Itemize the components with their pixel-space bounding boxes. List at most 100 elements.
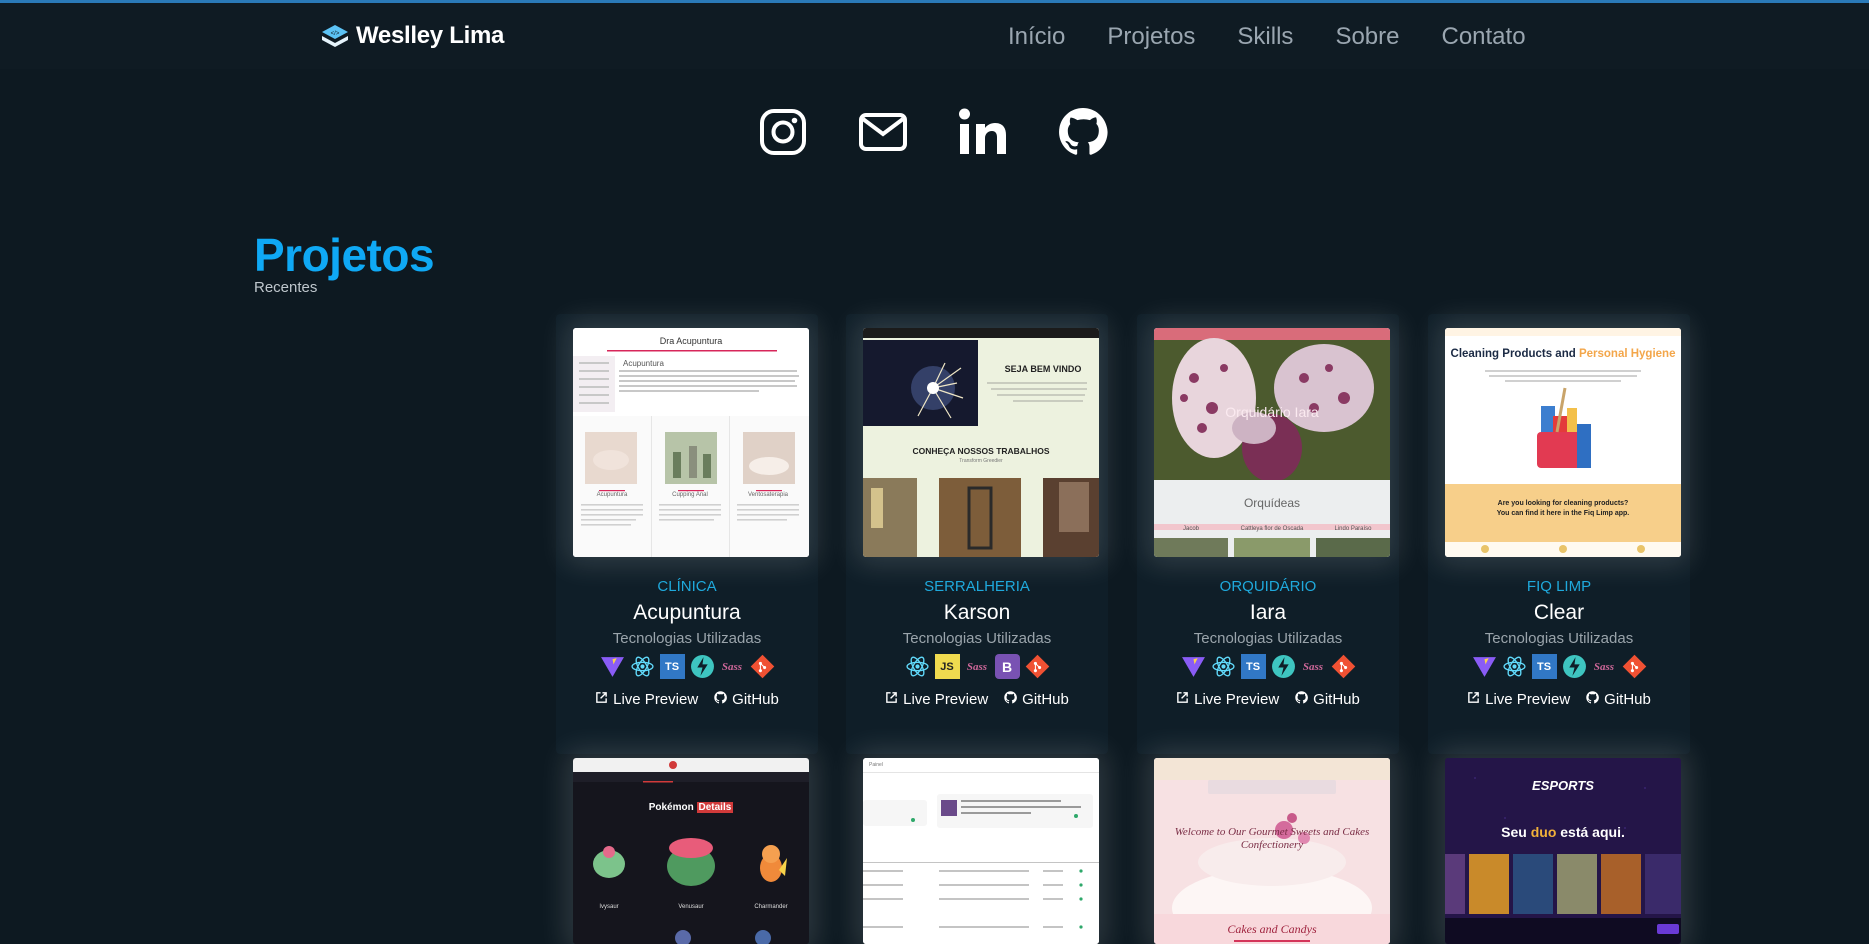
github-icon[interactable] <box>1058 107 1108 157</box>
instagram-icon[interactable] <box>758 107 808 157</box>
thumb-question: Are you looking for cleaning products? <box>1497 500 1629 507</box>
github-small-icon <box>1295 691 1309 708</box>
thumb-tag: Jacob <box>1182 526 1199 532</box>
social-links <box>758 107 1108 157</box>
sass-icon: Sass <box>1302 660 1324 673</box>
nav-link-contato[interactable]: Contato <box>1441 23 1525 51</box>
thumb-answer: You can find it here in the Fiq Limp app… <box>1496 510 1630 517</box>
project-card: Painel <box>846 744 1108 944</box>
project-name: Clear <box>1533 601 1585 624</box>
project-thumbnail[interactable]: ESPORTS Seu duo está aqui. <box>1445 758 1681 944</box>
project-thumbnail[interactable]: Cleaning Products and Personal Hygiene A… <box>1445 328 1681 557</box>
thumb-title-b: Details <box>696 802 734 813</box>
project-card: Dra Acupuntura Acupuntura Acupuntura Cup… <box>556 314 818 754</box>
external-link-icon <box>1176 691 1189 708</box>
github-label: GitHub <box>1313 691 1360 708</box>
mail-icon[interactable] <box>858 107 908 157</box>
svg-text:</>: </> <box>331 31 340 37</box>
navbar: </> Weslley Lima Início Projetos Skills … <box>0 3 1869 69</box>
nav-menu: Início Projetos Skills Sobre Contato <box>1008 23 1526 51</box>
tech-icons: TS Sass <box>556 654 818 679</box>
react-icon <box>1211 654 1236 679</box>
project-category: CLÍNICA <box>657 578 717 595</box>
thumb-poke-name: Ivysaur <box>599 904 619 910</box>
project-card: Orquidário Iara Orquídeas Jacob Cattleya… <box>1137 314 1399 754</box>
tech-label: Tecnologias Utilizadas <box>612 630 762 647</box>
external-link-icon <box>885 691 898 708</box>
tech-icons: TS Sass <box>1137 654 1399 679</box>
github-link[interactable]: GitHub <box>714 691 779 708</box>
live-preview-link[interactable]: Live Preview <box>595 691 698 708</box>
typescript-icon: TS <box>1240 654 1266 679</box>
vite-icon <box>1181 654 1206 679</box>
git-icon <box>1331 654 1356 679</box>
nav-link-inicio[interactable]: Início <box>1008 23 1065 51</box>
thumb-tag: Lindo Paraíso <box>1334 526 1372 532</box>
thumb-tag: Cattleya flor de Oscada <box>1240 526 1304 532</box>
sass-icon: Sass <box>966 660 988 673</box>
thumb-label: Painel <box>869 762 883 768</box>
github-link[interactable]: GitHub <box>1295 691 1360 708</box>
live-preview-link[interactable]: Live Preview <box>1467 691 1570 708</box>
live-preview-link[interactable]: Live Preview <box>885 691 988 708</box>
react-icon <box>905 654 930 679</box>
react-icon <box>630 654 655 679</box>
project-thumbnail[interactable]: SEJA BEM VINDO CONHEÇA NOSSOS TRABALHOS … <box>863 328 1099 557</box>
github-link[interactable]: GitHub <box>1586 691 1651 708</box>
linkedin-icon[interactable] <box>958 107 1008 157</box>
nav-link-skills[interactable]: Skills <box>1237 23 1293 51</box>
thumb-works: CONHEÇA NOSSOS TRABALHOS <box>912 446 1050 456</box>
thumb-heading: Acupuntura <box>623 359 664 368</box>
project-card: SEJA BEM VINDO CONHEÇA NOSSOS TRABALHOS … <box>846 314 1108 754</box>
nav-link-projetos[interactable]: Projetos <box>1107 23 1195 51</box>
git-icon <box>1025 654 1050 679</box>
project-name: Karson <box>943 601 1011 624</box>
live-preview-label: Live Preview <box>613 691 699 708</box>
github-label: GitHub <box>1604 691 1651 708</box>
tech-label: Tecnologias Utilizadas <box>1193 630 1343 647</box>
nav-link-sobre[interactable]: Sobre <box>1335 23 1399 51</box>
project-links: Live Preview GitHub <box>846 691 1108 708</box>
thumb-hero: Orquidário Iara <box>1225 404 1319 420</box>
project-thumbnail[interactable]: Orquidário Iara Orquídeas Jacob Cattleya… <box>1154 328 1390 557</box>
tech-label: Tecnologias Utilizadas <box>902 630 1052 647</box>
project-name: Iara <box>1249 601 1287 624</box>
typescript-icon: TS <box>659 654 685 679</box>
live-preview-label: Live Preview <box>903 691 989 708</box>
sass-icon: Sass <box>1593 660 1615 673</box>
brand-name: Weslley Lima <box>356 22 505 49</box>
github-small-icon <box>714 691 728 708</box>
javascript-icon: JS <box>934 654 960 679</box>
thumb-section: Cakes and Candys <box>1227 922 1317 936</box>
project-card: Welcome to Our Gourmet Sweets and Cakes … <box>1137 744 1399 944</box>
project-thumbnail[interactable]: Dra Acupuntura Acupuntura Acupuntura Cup… <box>573 328 809 557</box>
sass-icon: Sass <box>721 660 743 673</box>
project-category: ORQUIDÁRIO <box>1219 578 1317 595</box>
section-subtitle: Recentes <box>254 279 318 296</box>
tech-label: Tecnologias Utilizadas <box>1484 630 1634 647</box>
vite-icon <box>600 654 625 679</box>
tech-icons: JS Sass B <box>846 654 1108 679</box>
live-preview-link[interactable]: Live Preview <box>1176 691 1279 708</box>
stitches-icon <box>1271 654 1296 679</box>
thumb-headline-b: Personal Hygiene <box>1578 348 1676 360</box>
brand[interactable]: </> Weslley Lima <box>320 21 504 51</box>
logo-icon: </> <box>320 21 350 51</box>
thumb-item: Acupuntura <box>596 492 628 498</box>
vite-icon <box>1472 654 1497 679</box>
live-preview-label: Live Preview <box>1194 691 1280 708</box>
project-thumbnail[interactable]: Pokémon Details Ivysaur Venusaur Charman… <box>573 758 809 944</box>
thumb-hero: Welcome to Our Gourmet Sweets and Cakes … <box>1174 826 1370 851</box>
thumb-section: Orquídeas <box>1243 496 1301 510</box>
project-card: Pokémon Details Ivysaur Venusaur Charman… <box>556 744 818 944</box>
thumb-headline-a: Cleaning Products and <box>1450 348 1579 360</box>
github-small-icon <box>1004 691 1018 708</box>
stitches-icon <box>690 654 715 679</box>
github-label: GitHub <box>732 691 779 708</box>
project-thumbnail[interactable]: Welcome to Our Gourmet Sweets and Cakes … <box>1154 758 1390 944</box>
github-link[interactable]: GitHub <box>1004 691 1069 708</box>
project-thumbnail[interactable]: Painel <box>863 758 1099 944</box>
thumb-logo: ESPORTS <box>1532 778 1594 793</box>
tech-icons: TS Sass <box>1428 654 1690 679</box>
section-title: Projetos <box>254 229 435 281</box>
